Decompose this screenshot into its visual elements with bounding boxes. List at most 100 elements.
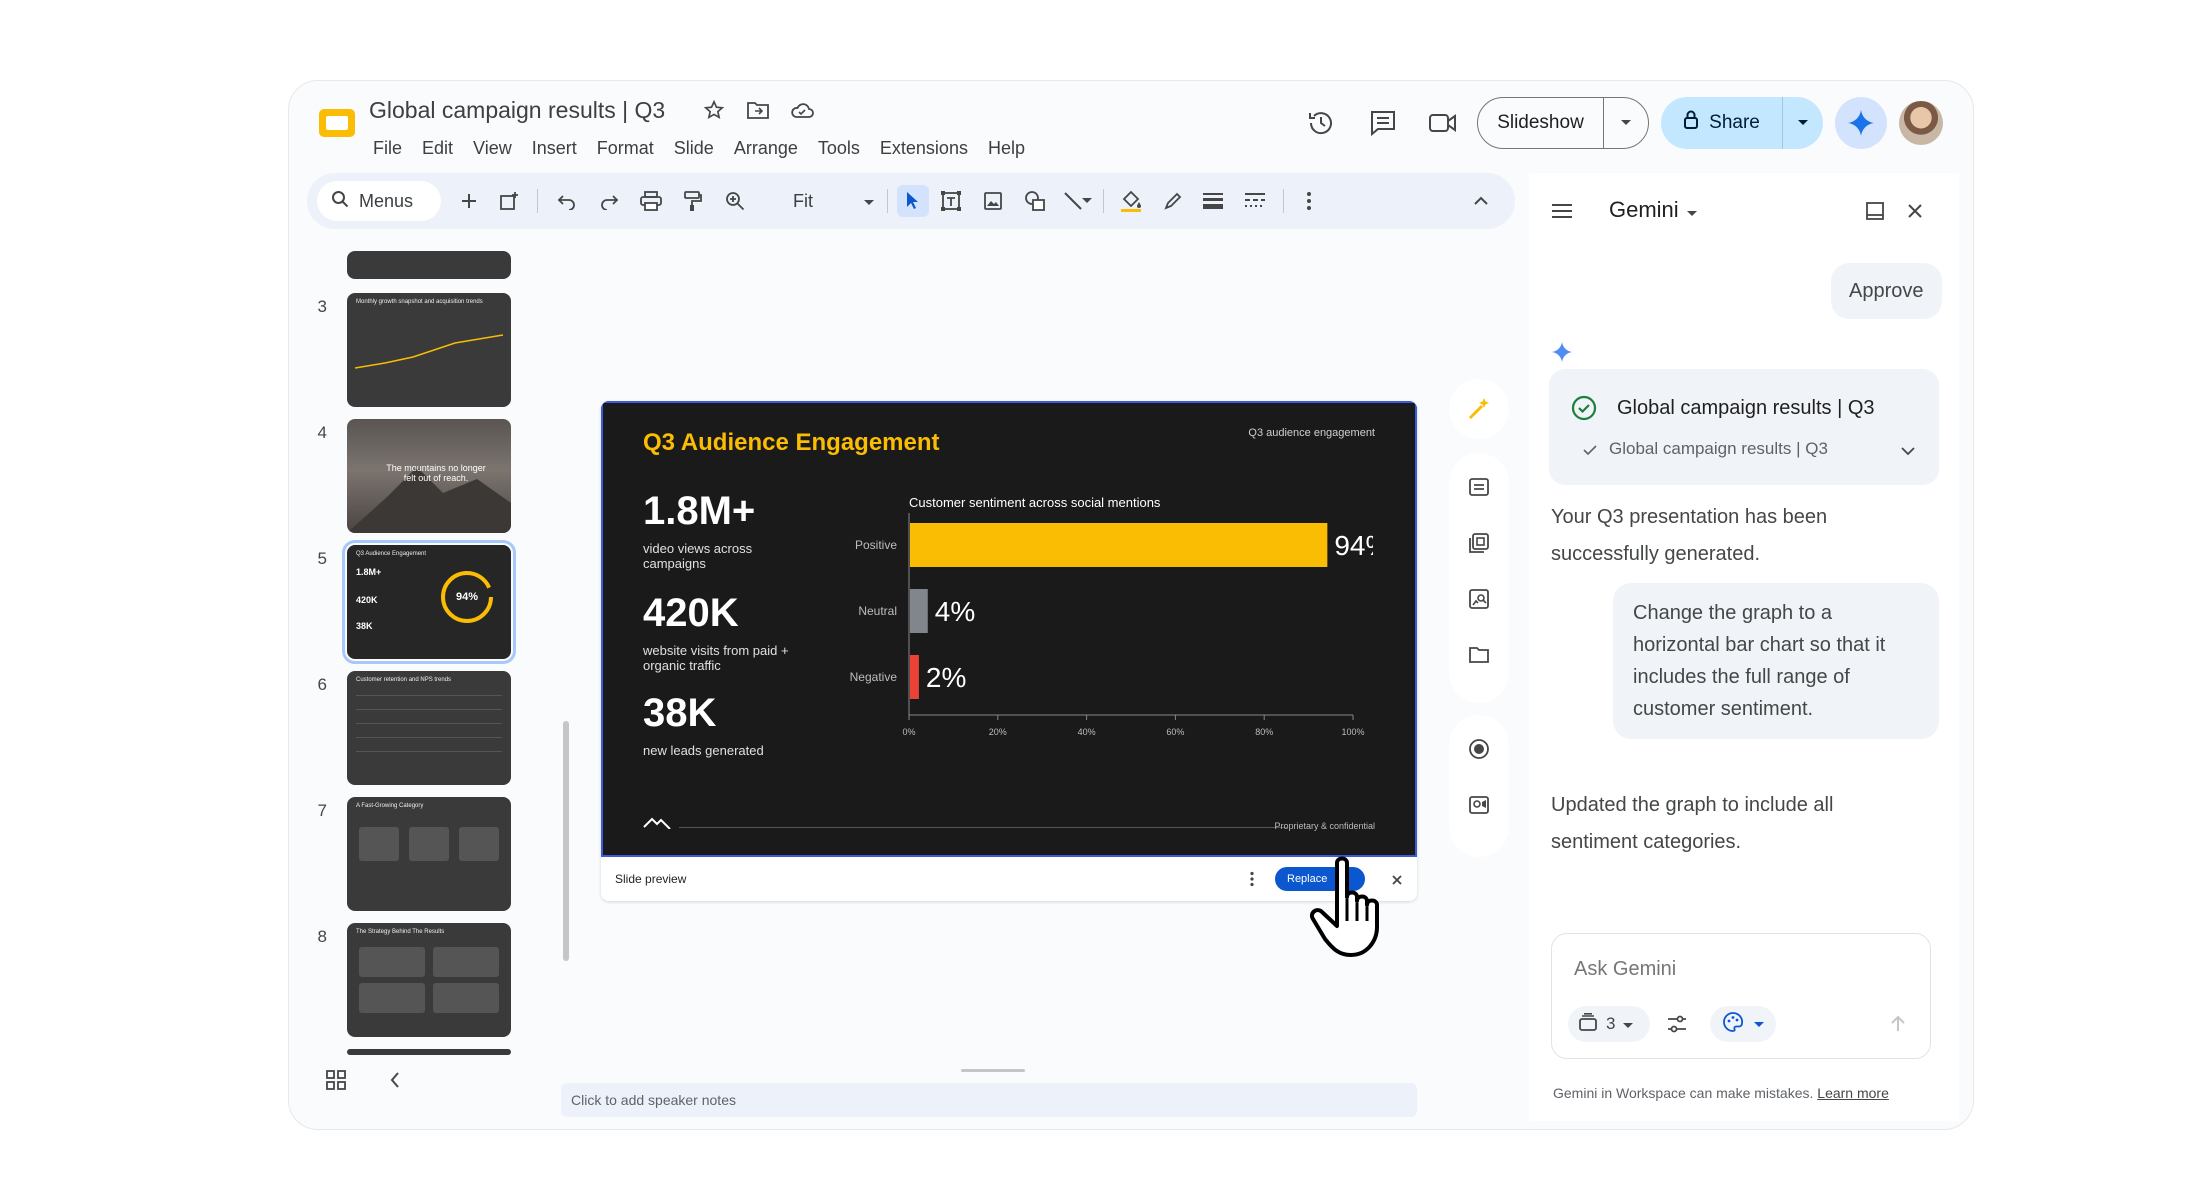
line-dropdown-icon[interactable]	[1079, 185, 1095, 217]
menu-extensions[interactable]: Extensions	[880, 138, 968, 159]
cloud-saved-icon[interactable]	[789, 97, 815, 123]
move-folder-icon[interactable]	[745, 97, 771, 123]
slide-title: Q3 Audience Engagement	[643, 429, 940, 456]
print-icon[interactable]	[635, 185, 667, 217]
magic-edit-icon[interactable]	[1463, 393, 1495, 425]
gemini-title[interactable]: Gemini	[1609, 197, 1697, 223]
slide-thumbnail-partial[interactable]	[347, 251, 511, 279]
chart-category-label: Negative	[850, 670, 898, 684]
redo-icon[interactable]	[593, 185, 625, 217]
fill-color-icon[interactable]	[1115, 185, 1147, 217]
folder-icon[interactable]	[1463, 639, 1495, 671]
border-color-icon[interactable]	[1157, 185, 1189, 217]
search-icon	[331, 190, 349, 213]
open-in-window-icon[interactable]	[1865, 201, 1885, 226]
footer-divider	[679, 827, 1287, 828]
record-icon[interactable]	[1463, 733, 1495, 765]
grid-view-icon[interactable]	[325, 1069, 353, 1097]
sources-chip[interactable]: 3	[1568, 1006, 1650, 1042]
palette-icon	[1722, 1011, 1744, 1038]
zoom-select[interactable]: Fit	[785, 185, 875, 217]
new-slide-icon[interactable]	[453, 185, 485, 217]
share-button[interactable]: Share	[1661, 97, 1823, 149]
gemini-menu-icon[interactable]	[1551, 203, 1573, 224]
paint-format-icon[interactable]	[677, 185, 709, 217]
undo-icon[interactable]	[551, 185, 583, 217]
slide-thumbnail-8[interactable]: The Strategy Behind The Results	[347, 923, 511, 1037]
slide-number: 3	[317, 297, 327, 316]
notes-resize-handle[interactable]	[961, 1069, 1025, 1072]
thumb-title: Customer retention and NPS trends	[356, 677, 452, 683]
slide-preview-label: Slide preview	[615, 872, 687, 886]
menu-slide[interactable]: Slide	[674, 138, 714, 159]
slide-thumbnail-partial[interactable]	[347, 1049, 511, 1055]
image-search-icon[interactable]	[1463, 583, 1495, 615]
collapse-filmstrip-icon[interactable]	[389, 1071, 409, 1091]
meet-video-icon[interactable]	[1423, 103, 1463, 143]
menu-view[interactable]: View	[473, 138, 512, 159]
small-check-icon	[1583, 443, 1597, 461]
close-panel-icon[interactable]	[1907, 203, 1923, 224]
new-slide-layout-icon[interactable]	[493, 185, 525, 217]
search-menus-input[interactable]: Menus	[317, 181, 441, 221]
user-avatar[interactable]	[1899, 101, 1943, 145]
menu-format[interactable]: Format	[597, 138, 654, 159]
slide-thumbnail-5[interactable]: Q3 Audience Engagement 1.8M+ 420K 38K 94…	[342, 540, 516, 664]
chart-category-label: Positive	[855, 538, 897, 552]
thumb-stat: 420K	[356, 595, 378, 605]
speaker-notes-field[interactable]: Click to add speaker notes	[561, 1083, 1417, 1117]
slides-logo-icon[interactable]	[317, 103, 357, 143]
menu-insert[interactable]: Insert	[532, 138, 577, 159]
gemini-sparkle-button[interactable]	[1835, 97, 1887, 149]
ask-gemini-input[interactable]: Ask Gemini	[1574, 958, 1676, 981]
more-options-icon[interactable]	[1293, 185, 1325, 217]
menu-edit[interactable]: Edit	[422, 138, 453, 159]
menu-file[interactable]: File	[373, 138, 402, 159]
chart-category-label: Neutral	[858, 604, 897, 618]
generated-presentation-card[interactable]: Global campaign results | Q3 Global camp…	[1549, 369, 1939, 485]
menu-help[interactable]: Help	[988, 138, 1025, 159]
send-button[interactable]	[1882, 1008, 1914, 1040]
text-box-icon[interactable]	[935, 185, 967, 217]
menu-tools[interactable]: Tools	[818, 138, 860, 159]
slideshow-dropdown-icon[interactable]	[1604, 119, 1648, 127]
gemini-sparkle-icon	[1551, 341, 1573, 368]
card-subtitle: Global campaign results | Q3	[1609, 439, 1828, 458]
style-chip[interactable]	[1710, 1006, 1776, 1042]
video-capture-icon[interactable]	[1463, 789, 1495, 821]
layouts-icon[interactable]	[1463, 527, 1495, 559]
share-dropdown-icon[interactable]	[1783, 119, 1823, 127]
tools-sliders-icon[interactable]	[1666, 1014, 1688, 1039]
insert-image-icon[interactable]	[977, 185, 1009, 217]
border-weight-icon[interactable]	[1197, 185, 1229, 217]
shape-icon[interactable]	[1019, 185, 1051, 217]
slide-number: 6	[317, 675, 327, 694]
slide-thumbnail-6[interactable]: Customer retention and NPS trends	[347, 671, 511, 785]
app-window: Global campaign results | Q3 File Edit V…	[288, 80, 1974, 1130]
comments-icon[interactable]	[1363, 103, 1403, 143]
footer-text: Proprietary & confidential	[1274, 821, 1375, 831]
slide-thumbnail-4[interactable]: The mountains no longer felt out of reac…	[347, 419, 511, 533]
filmstrip-scrollbar[interactable]	[563, 721, 569, 961]
slide-thumbnail-3[interactable]: Monthly growth snapshot and acquisition …	[347, 293, 511, 407]
chart-x-tick-label: 100%	[1341, 727, 1364, 737]
menu-arrange[interactable]: Arrange	[734, 138, 798, 159]
stat-label: video views across campaigns	[643, 541, 753, 571]
version-history-icon[interactable]	[1301, 103, 1341, 143]
slideshow-button[interactable]: Slideshow	[1477, 97, 1649, 149]
learn-more-link[interactable]: Learn more	[1817, 1085, 1889, 1101]
preview-more-icon[interactable]	[1249, 871, 1255, 892]
document-title[interactable]: Global campaign results | Q3	[369, 97, 665, 124]
slideshow-label[interactable]: Slideshow	[1478, 98, 1604, 148]
zoom-icon[interactable]	[719, 185, 751, 217]
speaker-notes-icon[interactable]	[1463, 471, 1495, 503]
slide-canvas[interactable]: Q3 Audience Engagement Q3 audience engag…	[601, 401, 1417, 857]
slide-number: 8	[317, 927, 327, 946]
select-cursor-icon[interactable]	[897, 185, 929, 217]
stat-value: 38K	[643, 691, 717, 735]
collapse-toolbar-icon[interactable]	[1465, 185, 1497, 217]
slide-thumbnail-7[interactable]: A Fast-Growing Category	[347, 797, 511, 911]
expand-card-icon[interactable]	[1901, 443, 1915, 461]
border-dash-icon[interactable]	[1239, 185, 1271, 217]
star-icon[interactable]	[701, 97, 727, 123]
